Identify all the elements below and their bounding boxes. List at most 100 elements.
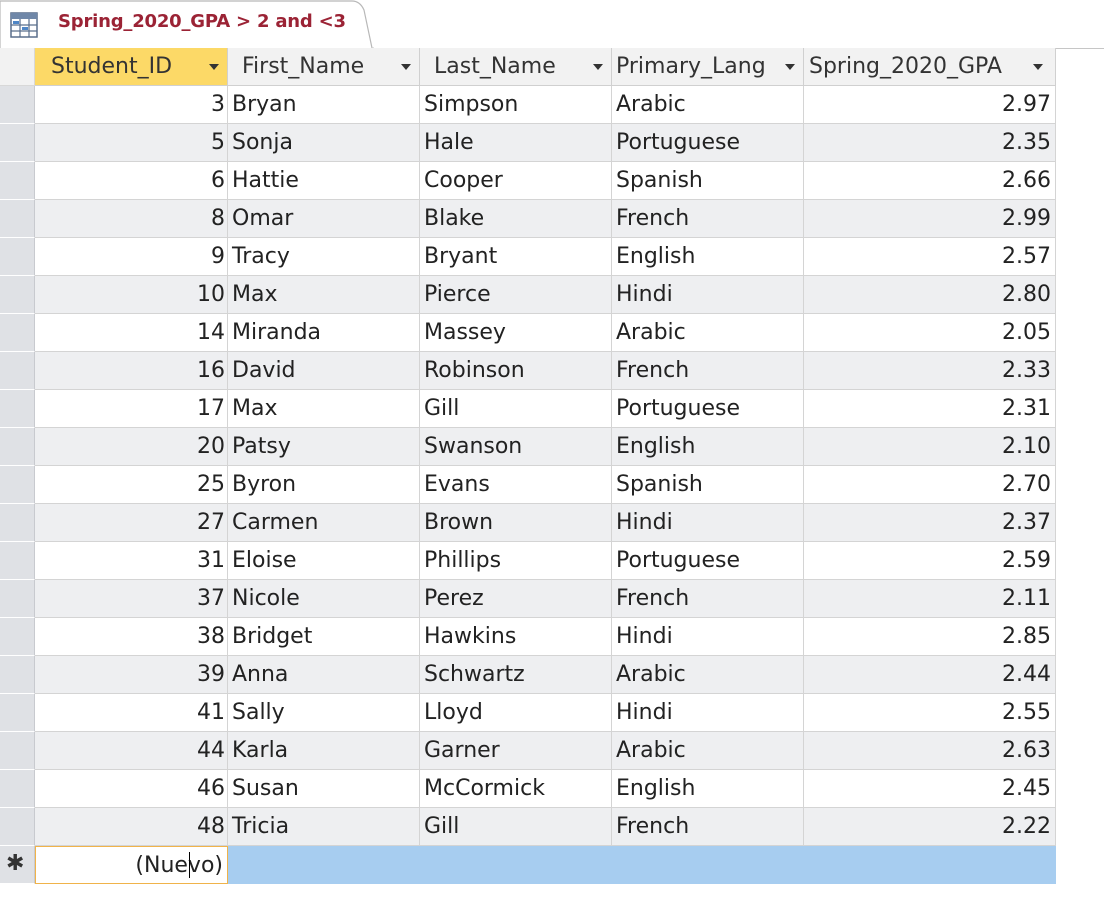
column-header-spring-2020-gpa[interactable]: Spring_2020_GPA — [804, 48, 1056, 86]
cell-primary-lang[interactable]: French — [612, 200, 804, 238]
record-selector[interactable] — [0, 466, 35, 504]
record-selector[interactable] — [0, 656, 35, 694]
record-selector[interactable] — [0, 732, 35, 770]
record-selector[interactable] — [0, 124, 35, 162]
cell-spring-2020-gpa[interactable]: 2.70 — [804, 466, 1056, 504]
cell-student-id[interactable]: 10 — [35, 276, 228, 314]
record-selector[interactable] — [0, 86, 35, 124]
cell-primary-lang[interactable]: Hindi — [612, 694, 804, 732]
cell-primary-lang[interactable]: Hindi — [612, 504, 804, 542]
new-record-selector[interactable]: ✱ — [0, 846, 35, 884]
cell-first-name[interactable]: David — [228, 352, 420, 390]
record-selector[interactable] — [0, 808, 35, 846]
cell-first-name[interactable]: Sally — [228, 694, 420, 732]
chevron-down-icon[interactable] — [209, 64, 219, 70]
cell-student-id[interactable]: 27 — [35, 504, 228, 542]
cell-spring-2020-gpa[interactable]: 2.63 — [804, 732, 1056, 770]
column-header-last-name[interactable]: Last_Name — [420, 48, 612, 86]
cell-spring-2020-gpa[interactable]: 2.80 — [804, 276, 1056, 314]
cell-student-id[interactable]: 48 — [35, 808, 228, 846]
cell-last-name[interactable]: Gill — [420, 390, 612, 428]
cell-last-name[interactable]: Bryant — [420, 238, 612, 276]
cell-last-name[interactable]: Swanson — [420, 428, 612, 466]
cell-spring-2020-gpa[interactable]: 2.10 — [804, 428, 1056, 466]
cell-primary-lang[interactable]: Portuguese — [612, 124, 804, 162]
record-selector[interactable] — [0, 314, 35, 352]
cell-student-id[interactable]: 8 — [35, 200, 228, 238]
cell-student-id[interactable]: 17 — [35, 390, 228, 428]
cell-student-id[interactable]: 5 — [35, 124, 228, 162]
new-record-cell[interactable] — [228, 846, 420, 884]
cell-spring-2020-gpa[interactable]: 2.05 — [804, 314, 1056, 352]
cell-spring-2020-gpa[interactable]: 2.31 — [804, 390, 1056, 428]
column-header-student-id[interactable]: Student_ID — [35, 48, 228, 86]
cell-student-id[interactable]: 9 — [35, 238, 228, 276]
column-header-first-name[interactable]: First_Name — [228, 48, 420, 86]
chevron-down-icon[interactable] — [1033, 64, 1043, 70]
record-selector[interactable] — [0, 504, 35, 542]
cell-last-name[interactable]: Simpson — [420, 86, 612, 124]
cell-student-id[interactable]: 39 — [35, 656, 228, 694]
cell-last-name[interactable]: Phillips — [420, 542, 612, 580]
cell-last-name[interactable]: McCormick — [420, 770, 612, 808]
chevron-down-icon[interactable] — [593, 64, 603, 70]
cell-spring-2020-gpa[interactable]: 2.22 — [804, 808, 1056, 846]
cell-primary-lang[interactable]: French — [612, 580, 804, 618]
new-record-cell[interactable] — [612, 846, 804, 884]
cell-student-id[interactable]: 37 — [35, 580, 228, 618]
cell-spring-2020-gpa[interactable]: 2.45 — [804, 770, 1056, 808]
record-selector[interactable] — [0, 352, 35, 390]
cell-last-name[interactable]: Hawkins — [420, 618, 612, 656]
cell-spring-2020-gpa[interactable]: 2.85 — [804, 618, 1056, 656]
cell-first-name[interactable]: Anna — [228, 656, 420, 694]
cell-last-name[interactable]: Evans — [420, 466, 612, 504]
record-selector[interactable] — [0, 580, 35, 618]
cell-first-name[interactable]: Hattie — [228, 162, 420, 200]
cell-last-name[interactable]: Pierce — [420, 276, 612, 314]
cell-first-name[interactable]: Bridget — [228, 618, 420, 656]
cell-student-id[interactable]: 25 — [35, 466, 228, 504]
cell-primary-lang[interactable]: English — [612, 238, 804, 276]
record-selector[interactable] — [0, 694, 35, 732]
cell-primary-lang[interactable]: Arabic — [612, 656, 804, 694]
new-record-id-field[interactable]: (Nuevo) — [35, 846, 228, 884]
cell-first-name[interactable]: Omar — [228, 200, 420, 238]
cell-spring-2020-gpa[interactable]: 2.55 — [804, 694, 1056, 732]
cell-student-id[interactable]: 31 — [35, 542, 228, 580]
cell-last-name[interactable]: Lloyd — [420, 694, 612, 732]
cell-spring-2020-gpa[interactable]: 2.11 — [804, 580, 1056, 618]
cell-spring-2020-gpa[interactable]: 2.37 — [804, 504, 1056, 542]
cell-student-id[interactable]: 6 — [35, 162, 228, 200]
cell-primary-lang[interactable]: Arabic — [612, 314, 804, 352]
cell-student-id[interactable]: 20 — [35, 428, 228, 466]
cell-primary-lang[interactable]: Arabic — [612, 86, 804, 124]
cell-spring-2020-gpa[interactable]: 2.97 — [804, 86, 1056, 124]
cell-first-name[interactable]: Miranda — [228, 314, 420, 352]
cell-student-id[interactable]: 38 — [35, 618, 228, 656]
cell-primary-lang[interactable]: French — [612, 352, 804, 390]
cell-spring-2020-gpa[interactable]: 2.99 — [804, 200, 1056, 238]
cell-last-name[interactable]: Cooper — [420, 162, 612, 200]
record-selector[interactable] — [0, 542, 35, 580]
cell-first-name[interactable]: Tricia — [228, 808, 420, 846]
cell-spring-2020-gpa[interactable]: 2.57 — [804, 238, 1056, 276]
cell-student-id[interactable]: 44 — [35, 732, 228, 770]
cell-first-name[interactable]: Max — [228, 276, 420, 314]
record-selector[interactable] — [0, 428, 35, 466]
cell-first-name[interactable]: Bryan — [228, 86, 420, 124]
cell-first-name[interactable]: Tracy — [228, 238, 420, 276]
cell-last-name[interactable]: Perez — [420, 580, 612, 618]
tab-title[interactable]: Spring_2020_GPA > 2 and <3 — [58, 11, 346, 32]
cell-primary-lang[interactable]: Arabic — [612, 732, 804, 770]
cell-primary-lang[interactable]: Hindi — [612, 276, 804, 314]
cell-spring-2020-gpa[interactable]: 2.66 — [804, 162, 1056, 200]
cell-last-name[interactable]: Brown — [420, 504, 612, 542]
cell-spring-2020-gpa[interactable]: 2.44 — [804, 656, 1056, 694]
cell-spring-2020-gpa[interactable]: 2.59 — [804, 542, 1056, 580]
datasheet-grid[interactable]: Student_ID First_Name Last_Name Primary_… — [0, 48, 1104, 917]
column-header-primary-lang[interactable]: Primary_Lang — [612, 48, 804, 86]
record-selector[interactable] — [0, 618, 35, 656]
record-selector[interactable] — [0, 200, 35, 238]
cell-first-name[interactable]: Eloise — [228, 542, 420, 580]
record-selector[interactable] — [0, 276, 35, 314]
